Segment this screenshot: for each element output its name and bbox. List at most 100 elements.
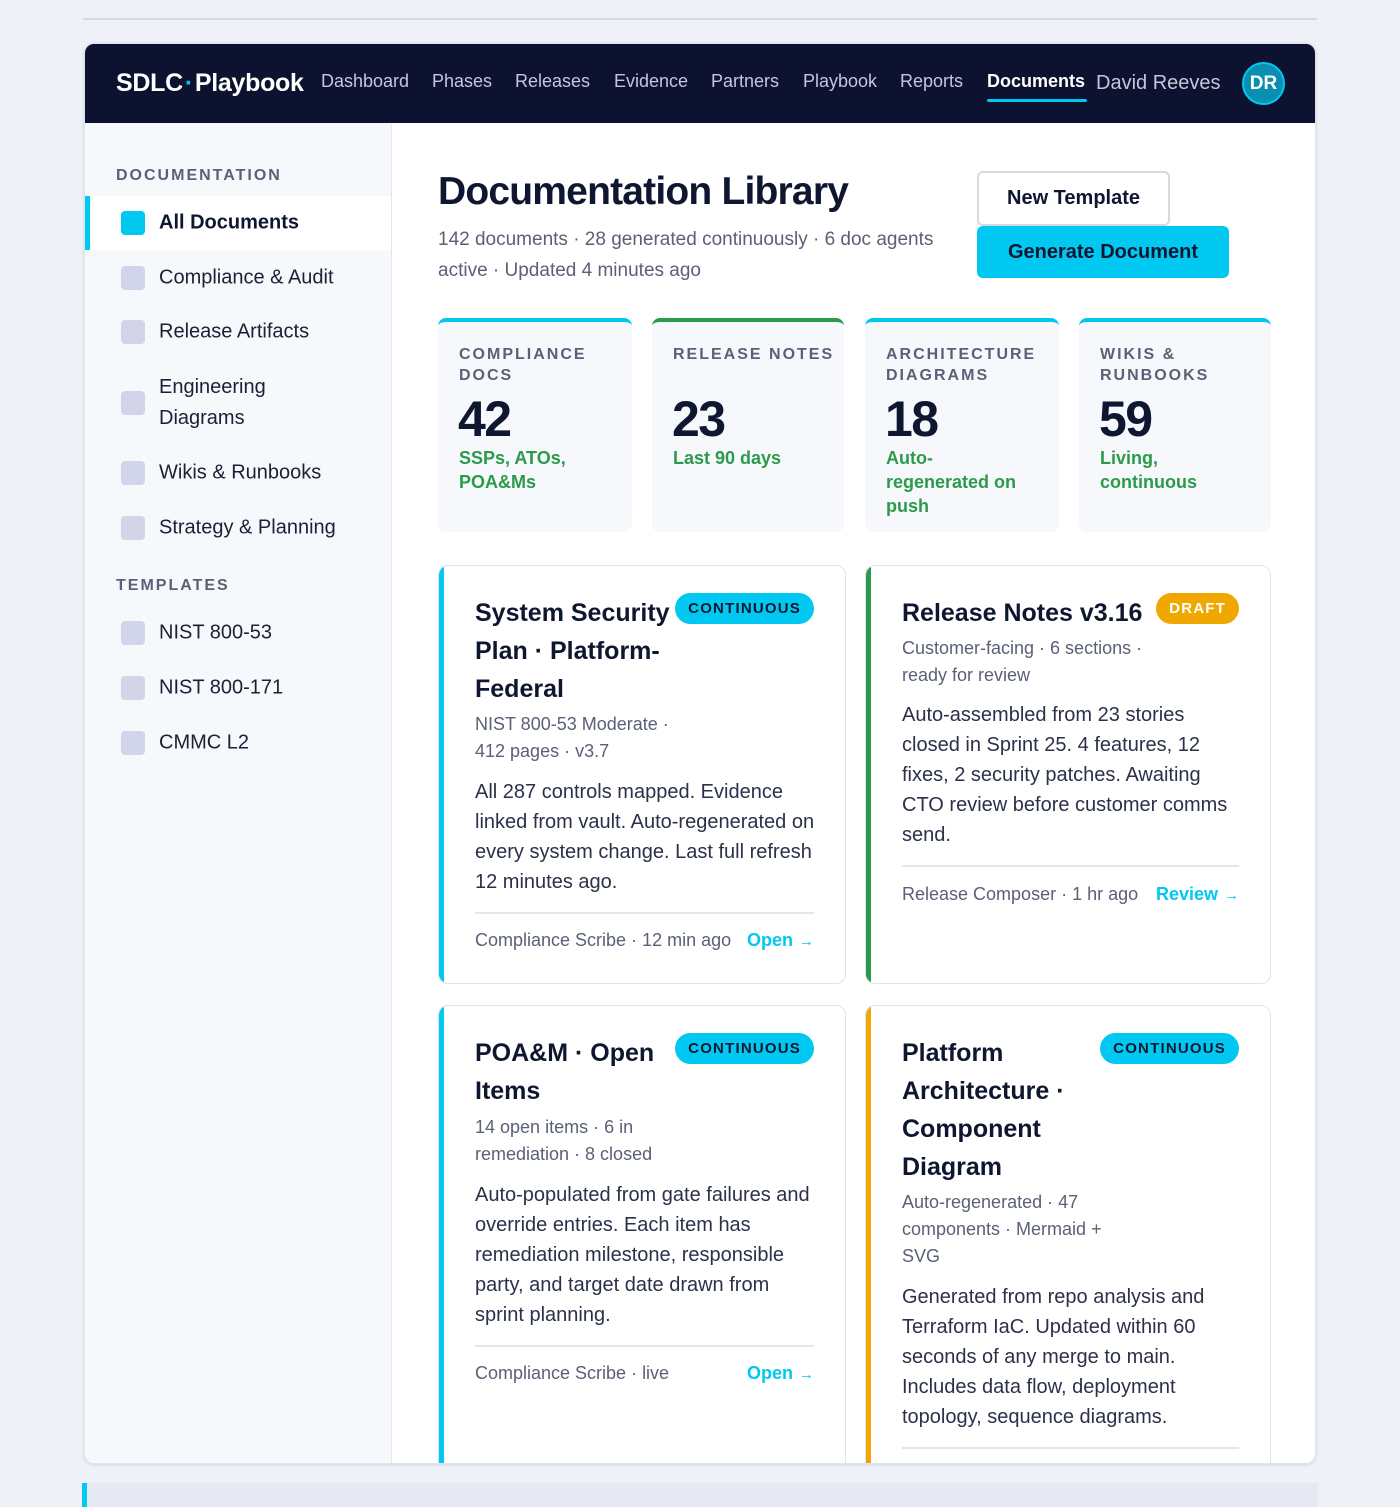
sidebar-item-engineering-diagrams[interactable]: Engineering Diagrams bbox=[85, 360, 391, 446]
sidebar-item-label: Strategy & Planning bbox=[159, 516, 336, 539]
card-divider bbox=[475, 1345, 814, 1347]
sidebar-heading-templates: TEMPLATES bbox=[116, 577, 230, 594]
template-icon bbox=[121, 621, 145, 645]
app-window: SDLC·Playbook Dashboard Phases Releases … bbox=[84, 43, 1316, 1464]
folder-icon bbox=[121, 320, 145, 344]
stat-note: Auto-regenerated on push bbox=[886, 448, 1017, 516]
brand-name-left: SDLC bbox=[116, 69, 183, 97]
nav-playbook[interactable]: Playbook bbox=[803, 71, 877, 92]
open-link[interactable]: Open → bbox=[747, 1363, 814, 1384]
document-card[interactable]: POA&M · Open Items CONTINUOUS 14 open it… bbox=[438, 1005, 846, 1463]
document-author-time: Compliance Scribe · live bbox=[475, 1363, 670, 1383]
status-badge: DRAFT bbox=[1156, 593, 1239, 624]
card-footer: Compliance Scribe · live Open → bbox=[475, 1363, 814, 1384]
stat-label: COMPLIANCE DOCS bbox=[459, 346, 587, 384]
nav-documents[interactable]: Documents bbox=[987, 71, 1085, 92]
status-badge: CONTINUOUS bbox=[675, 1033, 814, 1064]
sidebar-item-label: NIST 800-53 bbox=[159, 621, 273, 644]
card-divider bbox=[902, 865, 1239, 867]
sidebar-item-strategy-planning[interactable]: Strategy & Planning bbox=[85, 501, 391, 555]
brand-name-right: Playbook bbox=[194, 69, 304, 97]
folder-icon bbox=[121, 266, 145, 290]
stat-note: SSPs, ATOs, POA&Ms bbox=[459, 448, 566, 492]
nav-partners[interactable]: Partners bbox=[711, 71, 779, 92]
document-author-time: Compliance Scribe · 12 min ago bbox=[475, 930, 732, 950]
page-subtitle: 142 documents · 28 generated continuousl… bbox=[438, 229, 934, 281]
sidebar-item-label: CMMC L2 bbox=[159, 731, 250, 754]
sidebar-item-label: Release Artifacts bbox=[159, 320, 310, 343]
page-title: Documentation Library bbox=[438, 170, 849, 213]
sidebar-item-label: NIST 800-171 bbox=[159, 676, 284, 699]
sidebar-item-label: All Documents bbox=[159, 211, 300, 234]
nav-releases[interactable]: Releases bbox=[515, 71, 590, 92]
document-description: All 287 controls mapped. Evidence linked… bbox=[475, 781, 815, 893]
document-meta: NIST 800-53 Moderate · 412 pages · v3.7 bbox=[475, 714, 669, 761]
top-divider bbox=[83, 18, 1317, 20]
sidebar-item-nist-800-53[interactable]: NIST 800-53 bbox=[85, 606, 391, 660]
folder-icon bbox=[121, 391, 145, 415]
card-footer: Release Composer · 1 hr ago Review → bbox=[902, 884, 1239, 905]
nav-evidence[interactable]: Evidence bbox=[614, 71, 688, 92]
sidebar-item-release-artifacts[interactable]: Release Artifacts bbox=[85, 305, 391, 359]
new-template-button[interactable]: New Template bbox=[977, 171, 1170, 226]
stat-compliance-docs[interactable]: COMPLIANCE DOCS 42 SSPs, ATOs, POA&Ms bbox=[438, 318, 632, 532]
nav-reports[interactable]: Reports bbox=[900, 71, 963, 92]
folder-icon bbox=[121, 516, 145, 540]
bottom-callout-strip bbox=[82, 1483, 1318, 1507]
document-card[interactable]: Release Notes v3.16 DRAFT Customer-facin… bbox=[865, 565, 1271, 984]
document-title[interactable]: POA&M · Open Items bbox=[475, 1034, 670, 1110]
document-meta: Auto-regenerated · 47 components · Merma… bbox=[902, 1192, 1102, 1266]
brand-dot: · bbox=[184, 69, 193, 97]
document-description: Auto-assembled from 23 stories closed in… bbox=[902, 704, 1228, 846]
card-divider bbox=[475, 912, 814, 914]
stat-value: 18 bbox=[885, 391, 939, 447]
review-link[interactable]: Review → bbox=[1156, 884, 1239, 905]
main-content: Documentation Library 142 documents · 28… bbox=[392, 123, 1315, 1463]
brand-logo[interactable]: SDLC·Playbook bbox=[116, 69, 304, 98]
template-icon bbox=[121, 676, 145, 700]
document-card[interactable]: System Security Plan · Platform-Federal … bbox=[438, 565, 846, 984]
stat-architecture-diagrams[interactable]: ARCHITECTURE DIAGRAMS 18 Auto-regenerate… bbox=[865, 318, 1059, 532]
sidebar: DOCUMENTATION All Documents Compliance &… bbox=[85, 123, 392, 1463]
document-title[interactable]: Release Notes v3.16 bbox=[902, 594, 1152, 632]
document-card[interactable]: Platform Architecture · Component Diagra… bbox=[865, 1005, 1271, 1463]
link-label: Open bbox=[746, 930, 793, 950]
status-badge: CONTINUOUS bbox=[675, 593, 814, 624]
sidebar-item-all-documents[interactable]: All Documents bbox=[85, 196, 391, 250]
card-divider bbox=[902, 1447, 1239, 1449]
user-name[interactable]: David Reeves bbox=[1096, 72, 1221, 95]
document-title[interactable]: Platform Architecture · Component Diagra… bbox=[902, 1034, 1087, 1186]
nav-dashboard[interactable]: Dashboard bbox=[321, 71, 409, 92]
stat-label: RELEASE NOTES bbox=[673, 346, 835, 363]
arrow-right-icon: → bbox=[799, 1366, 814, 1383]
stat-value: 59 bbox=[1099, 391, 1153, 447]
stat-value: 42 bbox=[458, 391, 512, 447]
link-label: Review bbox=[1155, 884, 1218, 904]
avatar[interactable]: DR bbox=[1242, 62, 1285, 105]
sidebar-item-label: Compliance & Audit bbox=[159, 266, 334, 289]
sidebar-item-nist-800-171[interactable]: NIST 800-171 bbox=[85, 661, 391, 715]
status-badge: CONTINUOUS bbox=[1100, 1033, 1239, 1064]
sidebar-item-wikis-runbooks[interactable]: Wikis & Runbooks bbox=[85, 446, 391, 500]
document-description: Generated from repo analysis and Terrafo… bbox=[902, 1286, 1205, 1428]
sidebar-heading-documentation: DOCUMENTATION bbox=[116, 167, 282, 184]
template-icon bbox=[121, 731, 145, 755]
sidebar-item-label: Wikis & Runbooks bbox=[159, 461, 322, 484]
arrow-right-icon: → bbox=[799, 933, 814, 950]
sidebar-item-cmmc-l2[interactable]: CMMC L2 bbox=[85, 716, 391, 770]
folder-icon bbox=[121, 461, 145, 485]
document-meta: Customer-facing · 6 sections · ready for… bbox=[902, 638, 1143, 685]
folder-icon bbox=[121, 211, 145, 235]
card-footer: Compliance Scribe · 12 min ago Open → bbox=[475, 930, 814, 951]
stat-release-notes[interactable]: RELEASE NOTES 23 Last 90 days bbox=[652, 318, 844, 532]
arrow-right-icon: → bbox=[1224, 887, 1239, 904]
sidebar-item-label: Engineering Diagrams bbox=[159, 376, 266, 429]
nav-phases[interactable]: Phases bbox=[432, 71, 492, 92]
open-link[interactable]: Open → bbox=[747, 930, 814, 951]
generate-document-button[interactable]: Generate Document bbox=[977, 226, 1229, 278]
document-title[interactable]: System Security Plan · Platform-Federal bbox=[475, 594, 675, 708]
sidebar-item-compliance-audit[interactable]: Compliance & Audit bbox=[85, 251, 391, 305]
stat-wikis-runbooks[interactable]: WIKIS & RUNBOOKS 59 Living, continuous bbox=[1079, 318, 1271, 532]
link-label: Open bbox=[746, 1363, 793, 1383]
stat-value: 23 bbox=[672, 391, 726, 447]
